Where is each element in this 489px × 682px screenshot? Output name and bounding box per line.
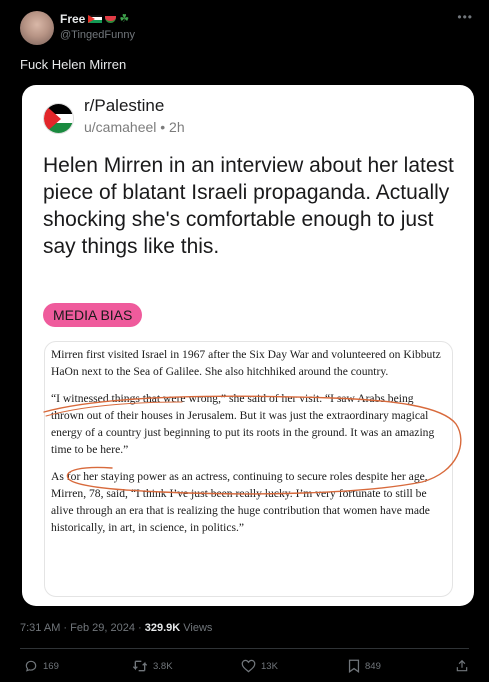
- article-paragraph: Mirren first visited Israel in 1967 afte…: [51, 348, 441, 378]
- tweet-header: Free ☘ @TingedFunny •••: [0, 0, 489, 48]
- author-handle[interactable]: @TingedFunny: [60, 29, 135, 41]
- watermelon-icon: [105, 15, 117, 23]
- bookmark-count: 849: [365, 660, 381, 672]
- action-bar: 169 3.8K 13K 849: [0, 653, 489, 681]
- bookmark-button[interactable]: 849: [348, 659, 381, 673]
- author-name-row[interactable]: Free ☘: [60, 12, 129, 26]
- like-button[interactable]: 13K: [241, 659, 278, 673]
- share-button[interactable]: [455, 659, 469, 673]
- highlight-scribble: [43, 395, 462, 495]
- share-icon: [456, 659, 468, 672]
- views-label: Views: [180, 622, 213, 634]
- embedded-image[interactable]: r/Palestine u/camaheel • 2h Helen Mirren…: [22, 85, 474, 606]
- repost-count: 3.8K: [153, 660, 173, 672]
- herb-icon: ☘: [119, 12, 130, 25]
- like-count: 13K: [261, 660, 278, 672]
- post-meta: u/camaheel • 2h: [84, 119, 185, 135]
- flair-badge: MEDIA BIAS: [43, 303, 143, 327]
- divider: [20, 648, 469, 649]
- subreddit-name: r/Palestine: [84, 96, 165, 115]
- reply-button[interactable]: 169: [24, 659, 59, 673]
- subreddit-logo-icon: [43, 103, 74, 134]
- avatar[interactable]: [20, 11, 54, 45]
- tweet-text: Fuck Helen Mirren: [20, 57, 127, 72]
- more-icon[interactable]: •••: [457, 10, 473, 24]
- like-icon: [241, 659, 256, 673]
- bookmark-icon: [348, 659, 360, 673]
- reply-icon: [25, 660, 37, 672]
- reply-count: 169: [43, 660, 59, 672]
- post-title: Helen Mirren in an interview about her l…: [43, 154, 454, 258]
- repost-icon: [132, 660, 148, 672]
- timestamp[interactable]: 7:31 AM · Feb 29, 2024 ·: [20, 622, 145, 634]
- repost-button[interactable]: 3.8K: [132, 659, 173, 673]
- palestine-flag-icon: [88, 14, 103, 24]
- timestamp-row: 7:31 AM · Feb 29, 2024 · 329.9K Views: [20, 622, 212, 634]
- views-count: 329.9K: [144, 622, 181, 634]
- display-name[interactable]: Free: [60, 12, 85, 26]
